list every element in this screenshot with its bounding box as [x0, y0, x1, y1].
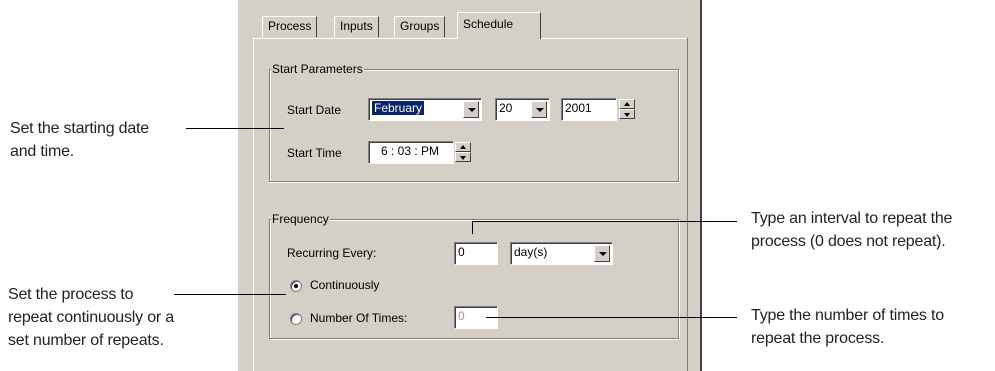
dialog-right-edge	[700, 0, 702, 371]
callout-line: Set the process to	[8, 286, 134, 303]
start-time-spinner[interactable]	[455, 142, 471, 163]
callout-interval: Type an interval to repeat the process (…	[751, 207, 952, 253]
callout-line: set number of repeats.	[8, 332, 164, 349]
month-value: February	[372, 101, 425, 115]
callout-line: repeat the process.	[751, 330, 885, 347]
chevron-down-icon	[599, 252, 607, 256]
callout-repeat-mode: Set the process to repeat continuously o…	[8, 283, 174, 352]
start-parameters-group	[269, 69, 679, 182]
panel-top-edge	[253, 38, 457, 39]
month-select[interactable]: February	[368, 98, 482, 121]
spin-down-icon	[624, 113, 630, 117]
callout-line: repeat continuously or a	[8, 309, 174, 326]
spin-down-icon	[460, 156, 466, 160]
callout-number-of-times: Type the number of times to repeat the p…	[751, 304, 944, 350]
radio-selected-dot	[294, 284, 298, 288]
year-spinner[interactable]	[619, 99, 635, 120]
number-of-times-radio[interactable]	[290, 313, 302, 325]
dialog-left-edge	[237, 0, 238, 371]
tab-schedule[interactable]: Schedule	[457, 12, 541, 39]
callout-line: Set the starting date	[10, 120, 150, 137]
number-of-times-value: 0	[458, 309, 465, 323]
unit-dropdown-button[interactable]	[594, 245, 610, 262]
frequency-legend: Frequency	[271, 212, 330, 226]
number-of-times-label[interactable]: Number Of Times:	[310, 311, 407, 325]
panel-top-edge-right	[541, 38, 686, 39]
interval-unit-value: day(s)	[514, 245, 548, 259]
year-field[interactable]: 2001	[561, 98, 617, 121]
spin-up-icon	[460, 145, 466, 149]
start-date-label: Start Date	[287, 103, 342, 117]
day-dropdown-button[interactable]	[531, 101, 547, 118]
callout-line: process (0 does not repeat).	[751, 233, 946, 250]
tab-groups[interactable]: Groups	[394, 16, 446, 37]
leader-line-repeat	[174, 294, 286, 295]
leader-line-interval-tick	[472, 221, 473, 234]
time-down-button[interactable]	[455, 152, 471, 162]
year-up-button[interactable]	[619, 99, 635, 109]
year-value: 2001	[565, 101, 592, 115]
day-value: 20	[499, 101, 513, 115]
spin-up-icon	[624, 102, 630, 106]
leader-line-start	[186, 128, 284, 129]
day-select[interactable]: 20	[495, 98, 550, 121]
chevron-down-icon	[468, 108, 476, 112]
start-parameters-legend: Start Parameters	[271, 62, 364, 76]
chevron-down-icon	[536, 108, 544, 112]
year-down-button[interactable]	[619, 109, 635, 119]
leader-line-number-of-times	[486, 317, 737, 318]
recurring-every-label: Recurring Every:	[287, 246, 377, 260]
continuously-label[interactable]: Continuously	[310, 278, 379, 292]
time-up-button[interactable]	[455, 142, 471, 152]
tab-inputs[interactable]: Inputs	[334, 16, 379, 37]
leader-line-interval	[472, 221, 737, 222]
callout-line: Type an interval to repeat the	[751, 210, 953, 227]
interval-unit-select[interactable]: day(s)	[510, 242, 613, 265]
tab-process[interactable]: Process	[262, 16, 318, 37]
start-time-value: 6 : 03 : PM	[381, 144, 440, 158]
interval-value: 0	[458, 245, 465, 259]
callout-line: and time.	[10, 143, 75, 160]
start-time-label: Start Time	[287, 146, 342, 160]
callout-line: Type the number of times to	[751, 307, 944, 324]
continuously-radio[interactable]	[290, 280, 302, 292]
callout-start-date-time: Set the starting date and time.	[10, 117, 149, 163]
start-time-field[interactable]: 6 : 03 : PM	[368, 141, 454, 164]
interval-field[interactable]: 0	[454, 242, 498, 265]
month-dropdown-button[interactable]	[463, 101, 479, 118]
